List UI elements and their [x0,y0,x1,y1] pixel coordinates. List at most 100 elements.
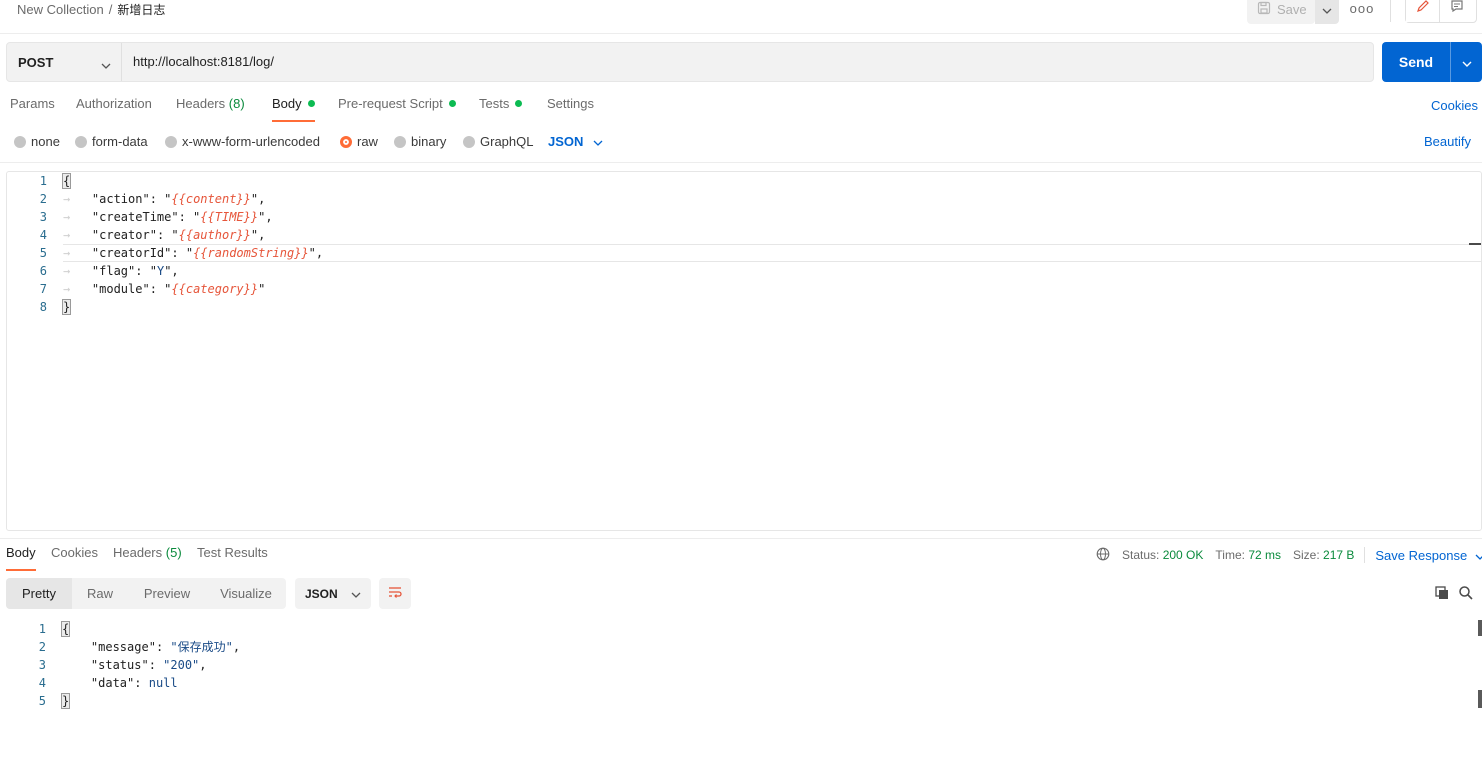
tab-settings[interactable]: Settings [547,96,594,122]
breadcrumb-request[interactable]: 新增日志 [117,3,165,17]
radio-label: none [31,134,60,149]
tab-count: (8) [228,96,245,111]
wrap-lines-button[interactable] [379,578,411,609]
format-label: JSON [305,586,338,601]
line-number: 2 [38,640,46,654]
radio-label: GraphQL [480,134,534,149]
send-button[interactable]: Send [1382,42,1482,82]
tab-label: Test Results [197,545,268,560]
radio-circle [75,135,87,148]
radio-circle [463,135,475,148]
divider [1390,0,1391,22]
code-variable: {{content}} [171,192,251,206]
tab-authorization[interactable]: Authorization [76,96,152,122]
indent-guide: → [63,192,92,206]
method-label: POST [18,54,54,70]
tab-label: Settings [547,96,594,111]
language-select[interactable]: JSON [548,134,603,149]
url-bar: POST http://localhost:8181/log/ [6,42,1374,82]
radio-none[interactable]: none [14,134,60,149]
code-string: "200" [163,658,200,672]
radio-circle [394,135,406,148]
documentation-button[interactable] [1440,0,1474,22]
view-visualize-button[interactable]: Visualize [206,578,286,609]
radio-label: form-data [92,134,148,149]
status-dot [448,100,456,107]
tab-tests[interactable]: Tests [479,96,523,122]
code-punct: , [315,246,324,260]
line-number: 4 [38,676,46,690]
tab-label: Tests [479,96,510,111]
code-variable: {{randomString}} [193,246,309,260]
status-value[interactable]: 200 OK [1163,548,1204,562]
language-label: JSON [548,134,584,149]
status-label: Status: [1122,548,1160,562]
view-raw-button[interactable]: Raw [72,578,128,609]
code-punct: , [258,228,266,242]
code-key: "data" [90,676,135,690]
code-variable: {{author}} [178,228,251,242]
line-number: 4 [39,228,47,242]
save-response-button[interactable]: Save Response [1375,548,1482,563]
response-format-select[interactable]: JSON [295,578,371,609]
code-key: "flag" [91,264,136,278]
view-preview-button[interactable]: Preview [128,578,206,609]
radio-x-www-form-urlencoded[interactable]: x-www-form-urlencoded [165,134,320,149]
line-number: 3 [38,658,46,672]
copy-icon[interactable] [1434,585,1450,604]
view-pretty-button[interactable]: Pretty [6,578,72,609]
code-key: "status" [90,658,149,672]
edit-mode-button[interactable] [1406,0,1440,22]
url-input[interactable]: http://localhost:8181/log/ [133,54,274,69]
radio-form-data[interactable]: form-data [75,134,148,149]
line-number: 3 [39,210,47,224]
code-brace: } [61,299,72,315]
size-value[interactable]: 217 B [1323,548,1354,562]
tab-response-headers[interactable]: Headers (5) [113,545,182,571]
tab-response-cookies[interactable]: Cookies [51,545,98,571]
divider [1364,547,1366,563]
status-dot [307,100,315,107]
indent-guide: → [63,246,92,260]
code-variable: {{TIME}} [200,210,259,224]
line-number: 7 [39,282,47,296]
tab-test-results[interactable]: Test Results [197,545,268,571]
request-body-editor[interactable]: 1{ 2 → "action": "{{content}}", 3 → "creat… [6,171,1482,531]
tab-body[interactable]: Body [272,96,315,122]
indent-guide: → [63,264,92,278]
save-options-button[interactable] [1315,0,1339,24]
tab-count: (5) [165,545,182,560]
search-icon[interactable] [1458,585,1474,604]
send-options-button[interactable] [1451,42,1482,82]
radio-binary[interactable]: binary [394,134,446,149]
beautify-link[interactable]: Beautify [1424,134,1471,149]
code-key: "action" [91,192,150,206]
tab-label: Pre-request Script [338,96,443,111]
save-icon [1257,1,1271,18]
cookies-link[interactable]: Cookies [1431,98,1478,113]
response-meta: Status: 200 OK Time: 72 ms Size: 217 B S… [1096,546,1482,564]
pencil-icon [1416,0,1430,16]
globe-icon[interactable] [1096,547,1110,564]
tab-response-body[interactable]: Body [6,545,36,571]
tab-label: Body [6,545,36,560]
code-key: "message" [90,640,156,654]
radio-label: raw [357,134,378,149]
radio-circle-selected [340,135,352,148]
save-button[interactable]: Save [1247,0,1315,24]
response-body-viewer[interactable]: 1{ 2 "message": "保存成功", 3 "status": "200… [6,620,1482,777]
tab-pre-request-script[interactable]: Pre-request Script [338,96,456,122]
tab-headers[interactable]: Headers (8) [176,96,245,122]
send-label: Send [1398,54,1434,70]
scrollbar-marker [1478,690,1482,708]
radio-raw[interactable]: raw [340,134,378,149]
radio-graphql[interactable]: GraphQL [463,134,533,149]
size-label: Size: [1293,548,1320,562]
tab-params[interactable]: Params [10,96,55,122]
breadcrumb-collection[interactable]: New Collection [17,2,104,17]
code-key: "createTime" [91,210,179,224]
method-select[interactable]: POST [7,43,122,81]
scrollbar-thumb[interactable] [1478,620,1482,636]
more-options-button[interactable]: ooo [1348,1,1376,17]
time-value[interactable]: 72 ms [1248,548,1281,562]
